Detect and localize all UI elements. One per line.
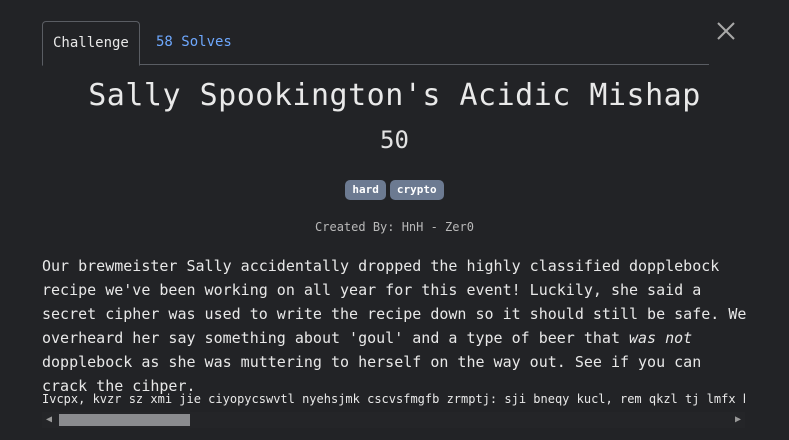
scrollbar-thumb[interactable] bbox=[59, 414, 190, 426]
tab-solves[interactable]: 58 Solves bbox=[146, 21, 242, 65]
challenge-title: Sally Spookington's Acidic Mishap bbox=[88, 78, 701, 113]
tab-challenge[interactable]: Challenge bbox=[42, 21, 140, 66]
cipher-code-block: Ivcpx, kvzr sz xmi jie ciyopycswvtl nyeh… bbox=[42, 389, 745, 429]
tag-badge-hard: hard bbox=[345, 180, 386, 200]
cipher-text: Ivcpx, kvzr sz xmi jie ciyopycswvtl nyeh… bbox=[42, 392, 745, 406]
description-emphasis: was not bbox=[629, 329, 693, 347]
chevron-left-icon[interactable]: ◀ bbox=[42, 412, 56, 428]
tag-badge-crypto: crypto bbox=[389, 180, 444, 200]
challenge-points: 50 bbox=[380, 126, 409, 154]
tag-list: hard crypto bbox=[0, 180, 789, 200]
close-icon bbox=[717, 22, 735, 40]
challenge-description: Our brewmeister Sally accidentally dropp… bbox=[42, 254, 752, 398]
tab-bar: Challenge 58 Solves bbox=[42, 21, 709, 66]
horizontal-scrollbar[interactable]: ◀ ▶ bbox=[42, 412, 745, 428]
challenge-author: Created By: HnH - Zer0 bbox=[315, 220, 474, 234]
chevron-right-icon[interactable]: ▶ bbox=[731, 412, 745, 428]
close-button[interactable] bbox=[711, 16, 741, 46]
